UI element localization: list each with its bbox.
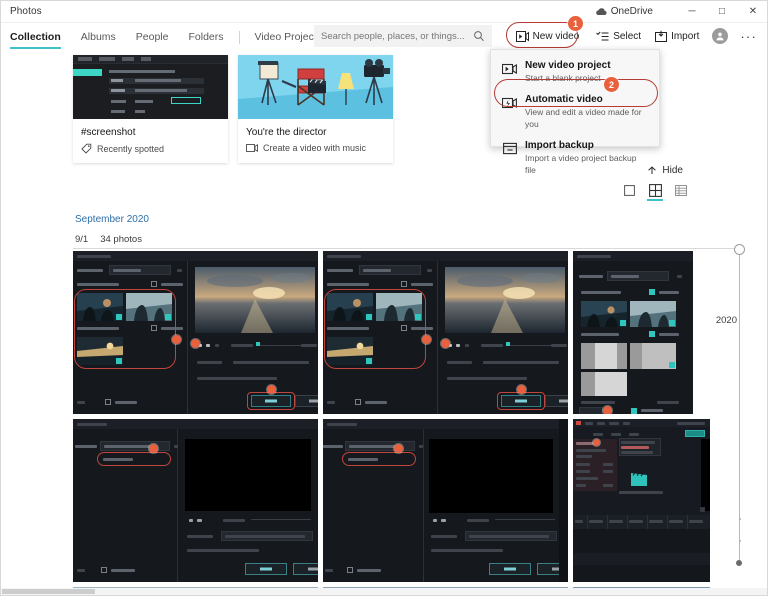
horizontal-scrollbar[interactable] — [1, 588, 767, 595]
nav-tabs: Collection Albums People Folders Video P… — [1, 23, 332, 51]
highlight-cards: #screenshot Recently spotted You're the … — [73, 55, 393, 163]
timeline-tick — [738, 518, 741, 520]
cloud-icon — [595, 7, 607, 16]
section-date[interactable]: September 2020 — [75, 214, 149, 225]
card-youre-the-director[interactable]: You're the director Create a video with … — [238, 55, 393, 163]
menu-subtitle-new-video-project: Start a blank project — [525, 73, 601, 83]
photo-grid-row-1 — [73, 251, 740, 414]
director-illustration — [238, 55, 393, 119]
annotation-badge-2: 2 — [604, 77, 619, 92]
photo-thumb-select-device-4[interactable] — [73, 419, 318, 582]
video-icon — [246, 143, 258, 153]
minimize-button[interactable]: ─ — [677, 1, 707, 23]
new-video-icon — [515, 30, 529, 42]
new-video-label: New video — [532, 30, 580, 42]
grid-view-icon[interactable] — [647, 183, 663, 201]
import-label: Import — [671, 30, 700, 42]
onedrive-status[interactable]: OneDrive — [595, 6, 653, 17]
video-project-icon — [502, 61, 517, 76]
timeline-tick — [738, 540, 741, 542]
menu-title-import-backup: Import backup — [525, 140, 594, 151]
select-icon — [596, 31, 609, 42]
card-screenshot-subtitle-row: Recently spotted — [81, 143, 220, 154]
select-label: Select — [613, 30, 642, 42]
photo-thumb-select-device-5[interactable] — [323, 419, 568, 582]
tab-collection[interactable]: Collection — [1, 23, 71, 51]
card-screenshot-subtitle: Recently spotted — [97, 143, 165, 154]
hide-label: Hide — [662, 165, 683, 176]
list-view-icon[interactable] — [674, 183, 688, 197]
close-button[interactable]: ✕ — [737, 1, 767, 23]
card-screenshot-image — [73, 55, 228, 119]
title-bar-right: OneDrive ─ □ ✕ — [595, 1, 767, 23]
section-photo-count: 34 photos — [100, 234, 142, 245]
photo-thumb-import-device-3[interactable] — [573, 251, 693, 414]
timeline-year-label: 2020 — [715, 315, 737, 326]
photos-app-window: Photos OneDrive ─ □ ✕ Collection Albums … — [0, 0, 768, 596]
card-director-subtitle: Create a video with music — [263, 143, 367, 153]
menu-text-automatic-video: Automatic video View and edit a video ma… — [525, 93, 649, 130]
tag-icon — [81, 143, 92, 154]
photo-thumb-editor-6[interactable] — [573, 419, 710, 582]
onedrive-label: OneDrive — [610, 6, 653, 17]
tab-separator — [238, 30, 240, 44]
section-count: 9/1 34 photos — [75, 234, 142, 245]
view-mode-switch — [622, 183, 688, 201]
card-director-title: You're the director — [246, 127, 327, 138]
menu-item-automatic-video[interactable]: Automatic video View and edit a video ma… — [491, 89, 659, 135]
search-input[interactable]: Search people, places, or things... — [321, 31, 473, 42]
timeline-scrollbar[interactable] — [729, 244, 751, 574]
card-director-body: You're the director Create a video with … — [238, 119, 393, 162]
menu-subtitle-import-backup: Import a video project backup file — [525, 153, 637, 175]
card-director-subtitle-row: Create a video with music — [246, 143, 385, 153]
new-video-menu: New video project Start a blank project … — [490, 49, 660, 175]
menu-text-new-video-project: New video project Start a blank project — [525, 59, 611, 84]
timeline-handle[interactable] — [734, 244, 745, 255]
section-day: 9/1 — [75, 234, 89, 245]
search-icon — [473, 30, 485, 42]
horizontal-scrollbar-thumb[interactable] — [2, 589, 95, 594]
import-backup-icon — [502, 141, 517, 156]
photo-grid — [73, 251, 740, 595]
photo-thumb-import-media-1[interactable] — [73, 251, 318, 414]
menu-subtitle-automatic-video: View and edit a video made for you — [525, 107, 642, 129]
tab-folders[interactable]: Folders — [178, 23, 233, 51]
menu-title-new-video-project: New video project — [525, 60, 611, 71]
import-button[interactable]: Import — [648, 25, 706, 47]
menu-item-import-backup[interactable]: Import backup Import a video project bac… — [491, 135, 659, 181]
avatar[interactable] — [712, 28, 729, 44]
card-screenshot[interactable]: #screenshot Recently spotted — [73, 55, 228, 163]
screenshot-art — [73, 55, 228, 119]
annotation-badge-1: 1 — [568, 16, 583, 31]
import-icon — [655, 30, 668, 42]
card-director-image — [238, 55, 393, 119]
more-options-button[interactable]: ··· — [734, 29, 763, 44]
tab-people[interactable]: People — [126, 23, 179, 51]
timeline-end-marker[interactable] — [736, 560, 742, 566]
menu-item-new-video-project[interactable]: New video project Start a blank project — [491, 55, 659, 89]
photo-thumb-import-media-2[interactable] — [323, 251, 568, 414]
search-box[interactable]: Search people, places, or things... — [314, 25, 492, 47]
photo-grid-row-2 — [73, 419, 740, 582]
section-divider — [73, 248, 739, 249]
maximize-button[interactable]: □ — [707, 1, 737, 23]
command-bar-actions: New video Select Import ··· — [505, 22, 763, 48]
card-screenshot-title: #screenshot — [81, 127, 136, 138]
title-bar: Photos OneDrive ─ □ ✕ — [1, 1, 767, 23]
select-button[interactable]: Select — [589, 25, 648, 47]
single-view-icon[interactable] — [622, 183, 636, 197]
app-title: Photos — [10, 6, 42, 17]
menu-title-automatic-video: Automatic video — [525, 94, 603, 105]
tab-albums[interactable]: Albums — [71, 23, 126, 51]
menu-text-import-backup: Import backup Import a video project bac… — [525, 139, 649, 176]
card-screenshot-body: #screenshot Recently spotted — [73, 119, 228, 163]
auto-video-icon — [502, 95, 517, 110]
